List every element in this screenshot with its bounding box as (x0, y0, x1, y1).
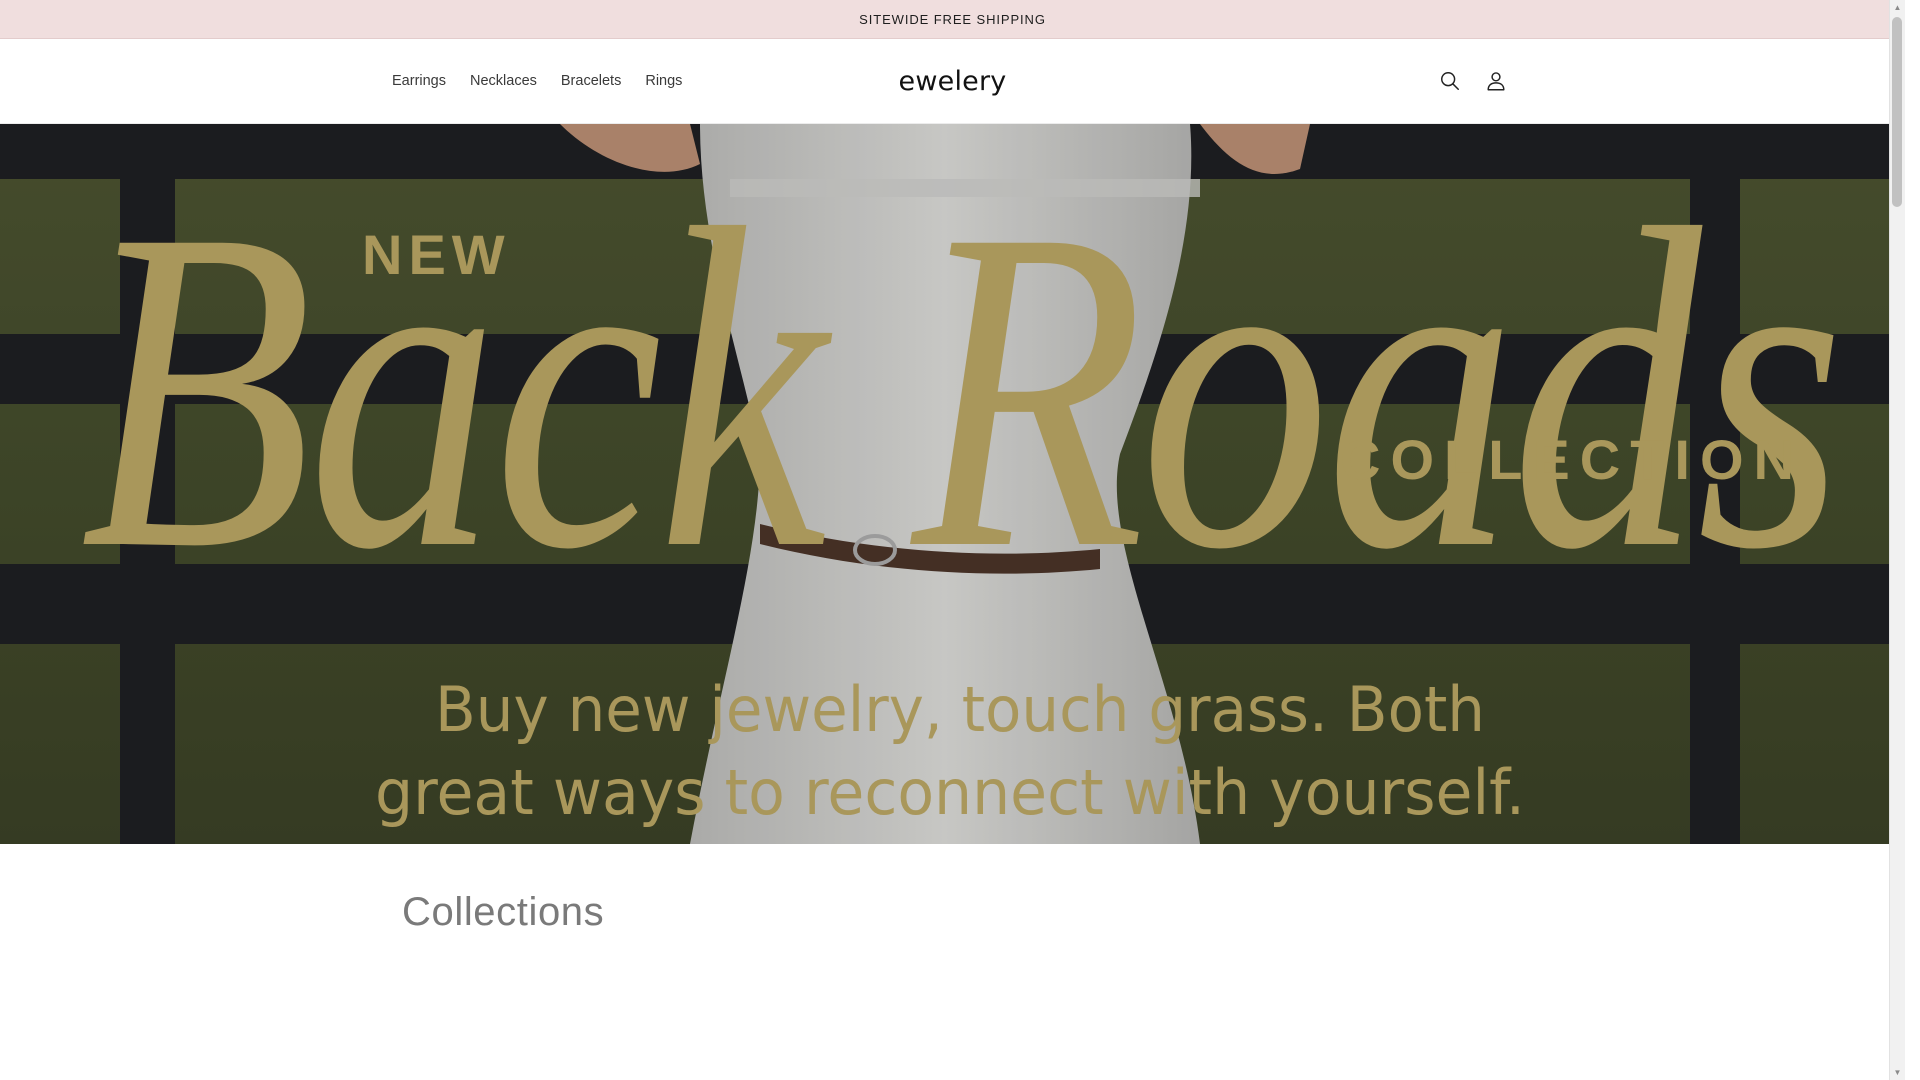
nav-item-earrings[interactable]: Earrings (392, 73, 446, 89)
account-icon (1487, 72, 1505, 91)
announcement-bar: SITEWIDE FREE SHIPPING (0, 0, 1905, 39)
scroll-down-arrow-icon[interactable]: ▼ (1890, 1065, 1905, 1080)
page: SITEWIDE FREE SHIPPING Earrings Necklace… (0, 0, 1905, 1080)
account-button[interactable] (1482, 67, 1510, 95)
search-icon (1441, 72, 1459, 90)
header-icons (1436, 39, 1510, 123)
collections-heading: Collections (402, 890, 605, 934)
main-nav: Earrings Necklaces Bracelets Rings (392, 39, 706, 123)
scroll-thumb[interactable] (1892, 17, 1902, 207)
page-scrollbar[interactable]: ▲ ▼ (1889, 0, 1905, 1080)
announcement-text: SITEWIDE FREE SHIPPING (859, 11, 1046, 27)
hero-banner[interactable]: NEW Back Roads COLLECTION Buy new jewelr… (0, 124, 1905, 844)
hero-image: NEW Back Roads COLLECTION Buy new jewelr… (0, 124, 1905, 844)
collections-section: Collections (0, 844, 1905, 935)
scroll-up-arrow-icon[interactable]: ▲ (1890, 0, 1905, 15)
nav-item-rings[interactable]: Rings (645, 73, 682, 89)
nav-item-necklaces[interactable]: Necklaces (470, 73, 537, 89)
nav-item-bracelets[interactable]: Bracelets (561, 73, 621, 89)
site-header: Earrings Necklaces Bracelets Rings ewele… (0, 39, 1905, 124)
site-logo[interactable]: ewelery (899, 66, 1007, 97)
logo-wrap: ewelery (0, 39, 1905, 123)
search-button[interactable] (1436, 67, 1464, 95)
